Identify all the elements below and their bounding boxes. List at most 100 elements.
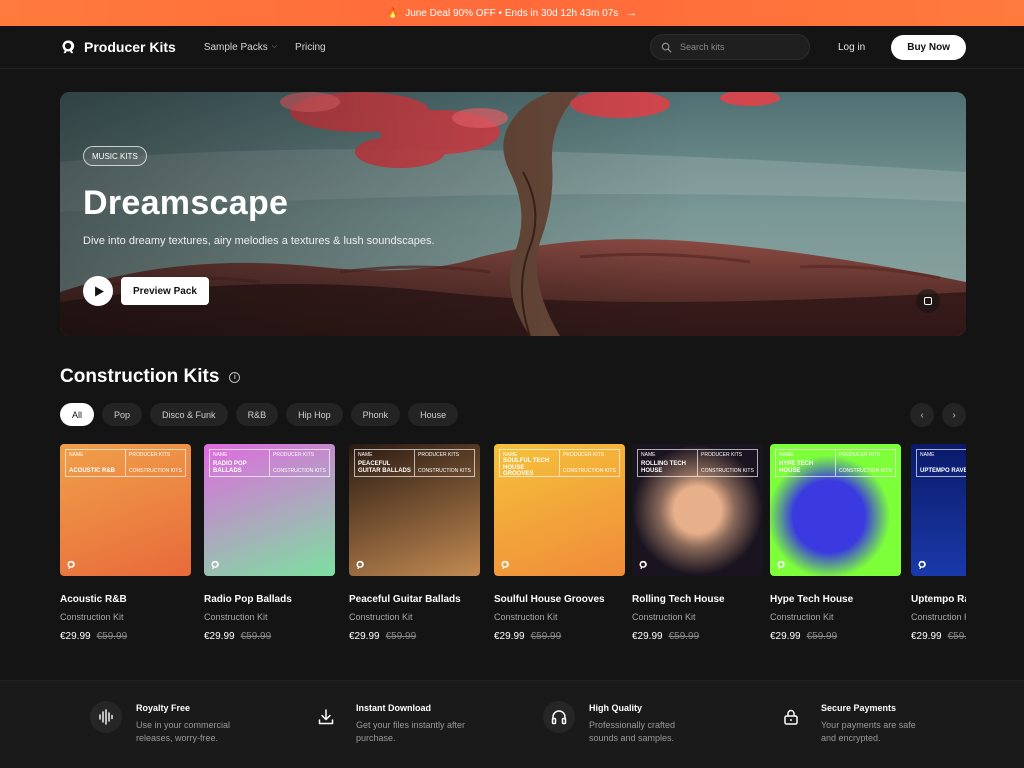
- feature-title: Instant Download: [356, 703, 431, 713]
- producer-kits-logo-icon: [918, 560, 926, 569]
- kit-name[interactable]: Uptempo Rave: [911, 594, 966, 605]
- play-button[interactable]: [83, 276, 113, 306]
- nav-sample-packs[interactable]: Sample Packs ⌵: [204, 42, 277, 53]
- carousel-prev-button[interactable]: ‹: [910, 403, 934, 427]
- headphones-icon: [543, 701, 575, 733]
- kit-art-corner: NAME: [779, 452, 794, 458]
- kit-art-header: NAME ACOUSTIC R&B PRODUCER KITS CONSTRUCTI…: [65, 449, 186, 477]
- kit-price-old: €59.99: [668, 631, 700, 642]
- top-nav: Producer Kits Sample Packs ⌵ Pricing Log…: [0, 26, 1024, 69]
- section-title-text: Construction Kits: [60, 366, 220, 387]
- nav-sample-packs-label: Sample Packs: [203, 41, 268, 53]
- kit-type: Construction Kit: [632, 612, 696, 622]
- kit-art-brand: PRODUCER KITS: [273, 452, 315, 458]
- kit-name[interactable]: Peaceful Guitar Ballads: [349, 594, 480, 605]
- kit-price-current: €29.99: [204, 631, 235, 642]
- kit-type: Construction Kit: [349, 612, 413, 622]
- hero-banner: MUSIC KITS Dreamscape Dive into dreamy t…: [60, 92, 966, 336]
- kit-art-corner: NAME: [358, 452, 373, 458]
- filter-rnb[interactable]: R&B: [235, 403, 279, 426]
- feature-instant-download: Instant Download Get your files instantl…: [310, 701, 466, 745]
- kit-art-title: ROLLING TECH HOUSE: [641, 461, 686, 474]
- kit-card[interactable]: NAME ACOUSTIC R&B PRODUCER KITS CONSTRUCTI…: [60, 444, 191, 642]
- kit-card[interactable]: NAME ROLLING TECH HOUSE PRODUCER KITS CONS…: [632, 444, 763, 642]
- kit-art-title: PEACEFUL GUITAR BALLADS: [358, 461, 411, 474]
- filter-phonk[interactable]: Phonk: [350, 403, 401, 426]
- producer-kits-logo-icon: [639, 560, 647, 569]
- kit-artwork[interactable]: NAMEUPTEMPO RAVE PRODUCER KITSCONSTRUCTI…: [911, 444, 966, 576]
- producer-kits-logo-icon: [356, 560, 364, 569]
- login-link[interactable]: Log in: [838, 42, 865, 53]
- nav-pricing[interactable]: Pricing: [295, 42, 326, 53]
- feature-secure-payments: Secure Payments Your payments are safe a…: [775, 701, 931, 745]
- stop-icon: [924, 297, 932, 305]
- kit-artwork[interactable]: NAME SOULFUL TECH HOUSE GROOVES PRODUCER …: [494, 444, 625, 576]
- kit-artwork[interactable]: NAME PEACEFUL GUITAR BALLADS PRODUCER KIT…: [349, 444, 480, 576]
- lock-icon: [775, 701, 807, 733]
- producer-kits-logo-icon: [62, 40, 75, 54]
- kit-name[interactable]: Hype Tech House: [770, 594, 901, 605]
- preview-pack-button[interactable]: Preview Pack: [121, 277, 209, 305]
- kit-price-current: €29.99: [349, 631, 380, 642]
- kit-price-old: €59.99: [530, 631, 562, 642]
- producer-kits-logo-icon: [211, 560, 219, 569]
- kit-artwork[interactable]: NAME RADIO POP BALLADS PRODUCER KITS CONST…: [204, 444, 335, 576]
- kit-art-header: NAME SOULFUL TECH HOUSE GROOVES PRODUCER …: [499, 449, 620, 477]
- download-icon: [310, 701, 342, 733]
- filter-hip-hop[interactable]: Hip Hop: [286, 403, 343, 426]
- promo-bar[interactable]: 🔥 June Deal 90% OFF • Ends in 30d 12h 43…: [0, 0, 1024, 26]
- carousel-next-button[interactable]: ›: [942, 403, 966, 427]
- kit-type: Construction Kit: [204, 612, 268, 622]
- kit-artwork[interactable]: NAME ACOUSTIC R&B PRODUCER KITS CONSTRUCTI…: [60, 444, 191, 576]
- play-icon: [94, 286, 104, 296]
- fire-icon: 🔥: [386, 7, 400, 19]
- search-input[interactable]: [679, 42, 790, 52]
- kit-art-kind: CONSTRUCTION KITS: [418, 468, 471, 474]
- brand-logo[interactable]: Producer Kits: [60, 39, 176, 55]
- kit-name[interactable]: Acoustic R&B: [60, 594, 191, 605]
- filter-pop[interactable]: Pop: [102, 403, 143, 426]
- buy-now-button[interactable]: Buy Now: [891, 34, 966, 60]
- features-strip: Royalty Free Use in your commercial rele…: [0, 680, 1024, 768]
- kit-card[interactable]: NAME PEACEFUL GUITAR BALLADS PRODUCER KIT…: [349, 444, 480, 642]
- kit-art-kind: CONSTRUCTION KITS: [563, 468, 616, 474]
- kit-art-brand: PRODUCER KITS: [563, 452, 605, 458]
- kit-card[interactable]: NAMEUPTEMPO RAVE PRODUCER KITSCONSTRUCTI…: [911, 444, 966, 642]
- nav-pricing-label: Pricing: [295, 41, 326, 53]
- filter-house[interactable]: House: [408, 403, 459, 426]
- producer-kits-logo-icon: [777, 560, 785, 569]
- section-title: Construction Kits i: [60, 366, 241, 388]
- filter-disco-funk[interactable]: Disco & Funk: [150, 403, 228, 426]
- kit-price-current: €29.99: [632, 631, 663, 642]
- feature-title: High Quality: [589, 703, 643, 713]
- kit-art-brand: PRODUCER KITS: [129, 452, 171, 458]
- brand-name: Producer Kits: [84, 39, 176, 55]
- kit-artwork[interactable]: NAME HYPE TECH HOUSE PRODUCER KITS CONSTRU…: [770, 444, 901, 576]
- kit-card[interactable]: NAME SOULFUL TECH HOUSE GROOVES PRODUCER …: [494, 444, 625, 642]
- kit-art-corner: NAME: [69, 452, 84, 458]
- kit-card[interactable]: NAME HYPE TECH HOUSE PRODUCER KITS CONSTRU…: [770, 444, 901, 642]
- kit-name[interactable]: Radio Pop Ballads: [204, 594, 335, 605]
- kit-card[interactable]: NAME RADIO POP BALLADS PRODUCER KITS CONST…: [204, 444, 335, 642]
- chevron-left-icon: ‹: [920, 409, 924, 421]
- kit-price: €29.99 €59.99: [770, 631, 901, 642]
- chevron-down-icon: ⌵: [271, 43, 278, 50]
- hero-title: Dreamscape: [83, 184, 289, 222]
- search-icon: [661, 42, 672, 52]
- kit-name[interactable]: Soulful House Grooves: [494, 594, 625, 605]
- stop-button[interactable]: [916, 289, 940, 313]
- kit-art-header: NAME HYPE TECH HOUSE PRODUCER KITS CONSTRU…: [775, 449, 896, 477]
- kit-art-kind: CONSTRUCTION KITS: [701, 468, 754, 474]
- info-icon[interactable]: i: [229, 371, 241, 383]
- kit-art-title: RADIO POP BALLADS: [213, 461, 247, 474]
- kit-artwork[interactable]: NAME ROLLING TECH HOUSE PRODUCER KITS CONS…: [632, 444, 763, 576]
- filter-all[interactable]: All: [60, 403, 95, 426]
- kit-price: €29.99 €59.99: [204, 631, 335, 642]
- search-box[interactable]: [649, 34, 810, 60]
- kit-art-kind: CONSTRUCTION KITS: [273, 468, 326, 474]
- producer-kits-logo-icon: [501, 560, 509, 569]
- feature-title: Secure Payments: [821, 703, 897, 713]
- kit-price: €29.99 €59.99: [60, 631, 191, 642]
- kit-name[interactable]: Rolling Tech House: [632, 594, 763, 605]
- kit-type: Construction Kit: [60, 612, 124, 622]
